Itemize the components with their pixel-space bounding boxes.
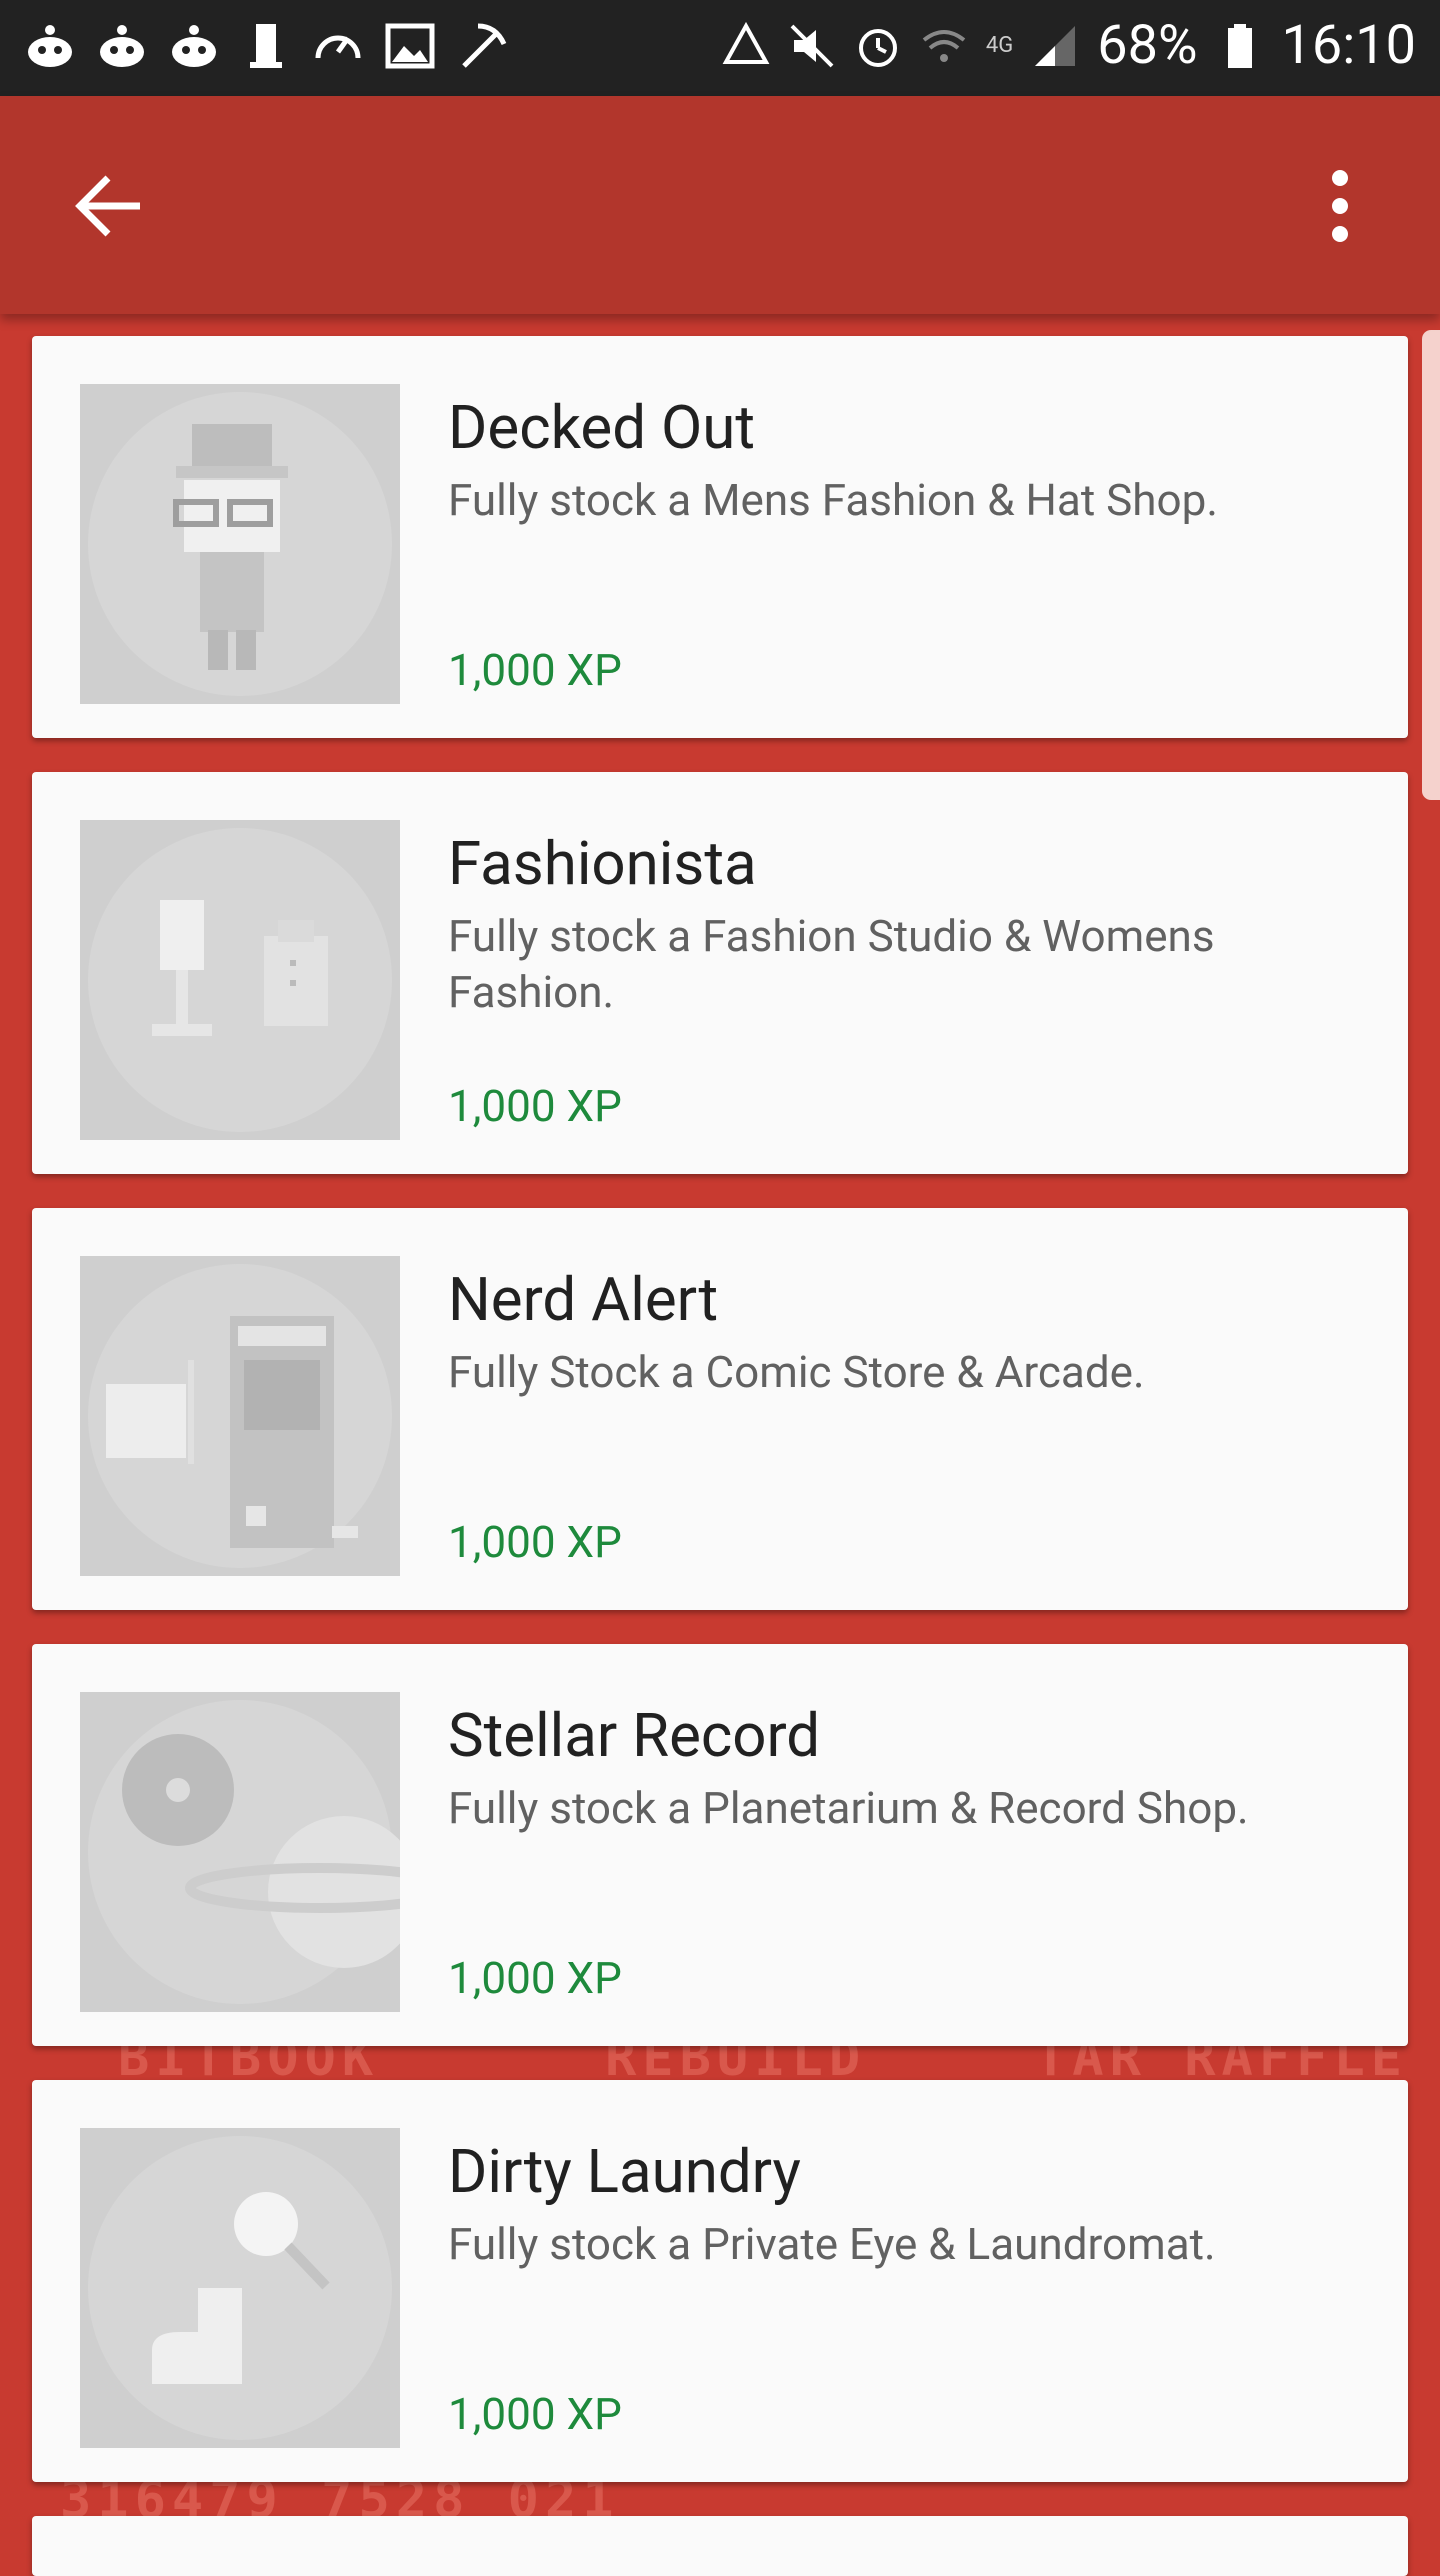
achievement-list: Decked Out Fully stock a Mens Fashion & …: [32, 336, 1408, 2576]
achievement-description: Fully stock a Planetarium & Record Shop.: [448, 1782, 1249, 1834]
achievement-description: Fully stock a Fashion Studio & Womens Fa…: [448, 910, 1215, 1018]
arcade-icon: [80, 1256, 400, 1576]
achievement-title: Nerd Alert: [448, 1264, 719, 1335]
achievement-xp: 1,000 XP: [448, 1080, 622, 1132]
battery-percent: 68%: [1097, 14, 1198, 77]
reddit-icon: [24, 20, 76, 72]
signal-icon: [1031, 22, 1079, 70]
wifi-icon: [920, 22, 968, 70]
mannequin-icon: [80, 820, 400, 1140]
status-bar: 4G 68% 16:10: [0, 0, 1440, 96]
image-icon: [384, 20, 436, 72]
scrollbar[interactable]: [1422, 330, 1440, 800]
notification-icons: [24, 20, 508, 72]
achievement-card[interactable]: Fashionista Fully stock a Fashion Studio…: [32, 772, 1408, 1174]
achievement-xp: 1,000 XP: [448, 1952, 622, 2004]
system-icons: 4G 68% 16:10: [722, 14, 1416, 77]
gentleman-icon: [80, 384, 400, 704]
data-saver-icon: [722, 21, 770, 70]
achievement-xp: 1,000 XP: [448, 2388, 622, 2440]
achievement-description: Fully stock a Mens Fashion & Hat Shop.: [448, 474, 1218, 526]
clock: 16:10: [1281, 14, 1416, 77]
back-button[interactable]: [60, 156, 160, 256]
achievement-description: Fully Stock a Comic Store & Arcade.: [448, 1346, 1145, 1398]
alarm-icon: [854, 22, 902, 70]
achievement-title: Decked Out: [448, 392, 755, 463]
mute-icon: [788, 22, 836, 70]
speedometer-icon: [312, 20, 364, 72]
pickaxe-icon: [456, 20, 508, 72]
achievement-xp: 1,000 XP: [448, 1516, 622, 1568]
achievement-title: Dirty Laundry: [448, 2136, 801, 2207]
achievement-card[interactable]: Dirty Laundry Fully stock a Private Eye …: [32, 2080, 1408, 2482]
battery-icon: [1216, 22, 1264, 70]
achievement-card[interactable]: Nerd Alert Fully Stock a Comic Store & A…: [32, 1208, 1408, 1610]
achievement-card[interactable]: Stellar Record Fully stock a Planetarium…: [32, 1644, 1408, 2046]
planet-record-icon: [80, 1692, 400, 2012]
achievement-title: Stellar Record: [448, 1700, 821, 1771]
building-icon: [240, 20, 292, 72]
arrow-back-icon: [75, 175, 140, 237]
magnifier-sock-icon: [80, 2128, 400, 2448]
reddit-icon: [96, 20, 148, 72]
achievement-card-partial[interactable]: [32, 2516, 1408, 2576]
achievement-xp: 1,000 XP: [448, 644, 622, 696]
achievement-description: Fully stock a Private Eye & Laundromat.: [448, 2218, 1216, 2270]
reddit-icon: [168, 20, 220, 72]
more-vert-icon: [1332, 170, 1348, 242]
network-type-label: 4G: [985, 33, 1014, 58]
achievement-title: Fashionista: [448, 828, 757, 899]
overflow-menu-button[interactable]: [1290, 156, 1390, 256]
achievement-card[interactable]: Decked Out Fully stock a Mens Fashion & …: [32, 336, 1408, 738]
app-bar: [0, 96, 1440, 314]
